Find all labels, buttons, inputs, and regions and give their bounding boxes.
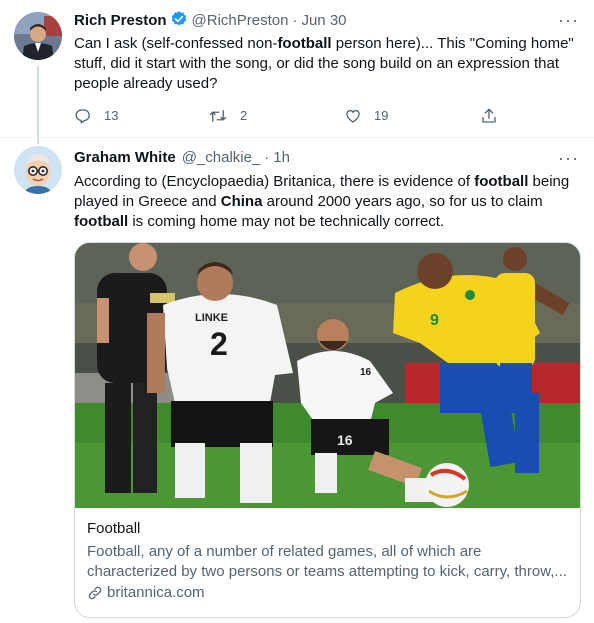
avatar[interactable] [14, 146, 62, 194]
tweet-text: According to (Encyclopaedia) Britanica, … [74, 173, 570, 230]
svg-text:16: 16 [360, 367, 372, 378]
retweet-count: 2 [240, 108, 248, 123]
share-icon [482, 108, 496, 123]
timestamp[interactable]: Jun 30 [301, 12, 346, 29]
link-icon [88, 586, 102, 600]
card-image: LINKE 2 16 16 9 [75, 243, 580, 508]
card-domain-text: britannica.com [107, 584, 205, 601]
username[interactable]: @_chalkie_ [182, 149, 261, 166]
card-title: Football [87, 520, 141, 537]
username[interactable]: @RichPreston [192, 12, 289, 29]
like-count: 19 [374, 108, 389, 123]
reply-icon [75, 109, 90, 124]
svg-text:9: 9 [430, 312, 439, 329]
more-dots-icon[interactable]: ··· [558, 149, 578, 172]
like-button[interactable]: 19 [344, 106, 388, 126]
thread-line [37, 66, 39, 144]
verified-badge-icon [170, 10, 188, 34]
tweet-header: Rich Preston @RichPreston · Jun 30 [74, 10, 347, 30]
shirt-name-text: LINKE [195, 312, 228, 324]
more-dots-icon[interactable]: ··· [558, 11, 578, 34]
heart-icon [346, 109, 360, 123]
card-text: Football Football, any of a number of re… [87, 519, 567, 603]
tweet-header: Graham White @_chalkie_ · 1h [74, 148, 290, 168]
timestamp[interactable]: 1h [273, 149, 290, 166]
separator: · [292, 12, 298, 29]
avatar[interactable] [14, 12, 62, 60]
share-button[interactable] [480, 106, 510, 126]
reply-button[interactable]: 13 [74, 106, 118, 126]
tweet-rich-preston[interactable]: Rich Preston @RichPreston · Jun 30 ··· Can … [0, 0, 594, 144]
display-name[interactable]: Graham White [74, 149, 176, 166]
reply-count: 13 [104, 108, 119, 123]
card-description: Football, any of a number of related gam… [87, 543, 567, 580]
shirt-number-text: 2 [210, 326, 228, 362]
svg-text:16: 16 [337, 432, 353, 448]
separator: · [264, 149, 270, 166]
tweet-actions: 13 2 19 [74, 106, 496, 126]
card-domain[interactable]: britannica.com [87, 583, 567, 603]
retweet-button[interactable]: 2 [208, 106, 247, 126]
tweet-text: Can I ask (self-confessed non-football p… [74, 35, 574, 92]
display-name[interactable]: Rich Preston [74, 12, 167, 29]
retweet-icon [209, 110, 227, 122]
link-preview-card[interactable]: LINKE 2 16 16 9 Football Football, any o… [74, 242, 581, 618]
